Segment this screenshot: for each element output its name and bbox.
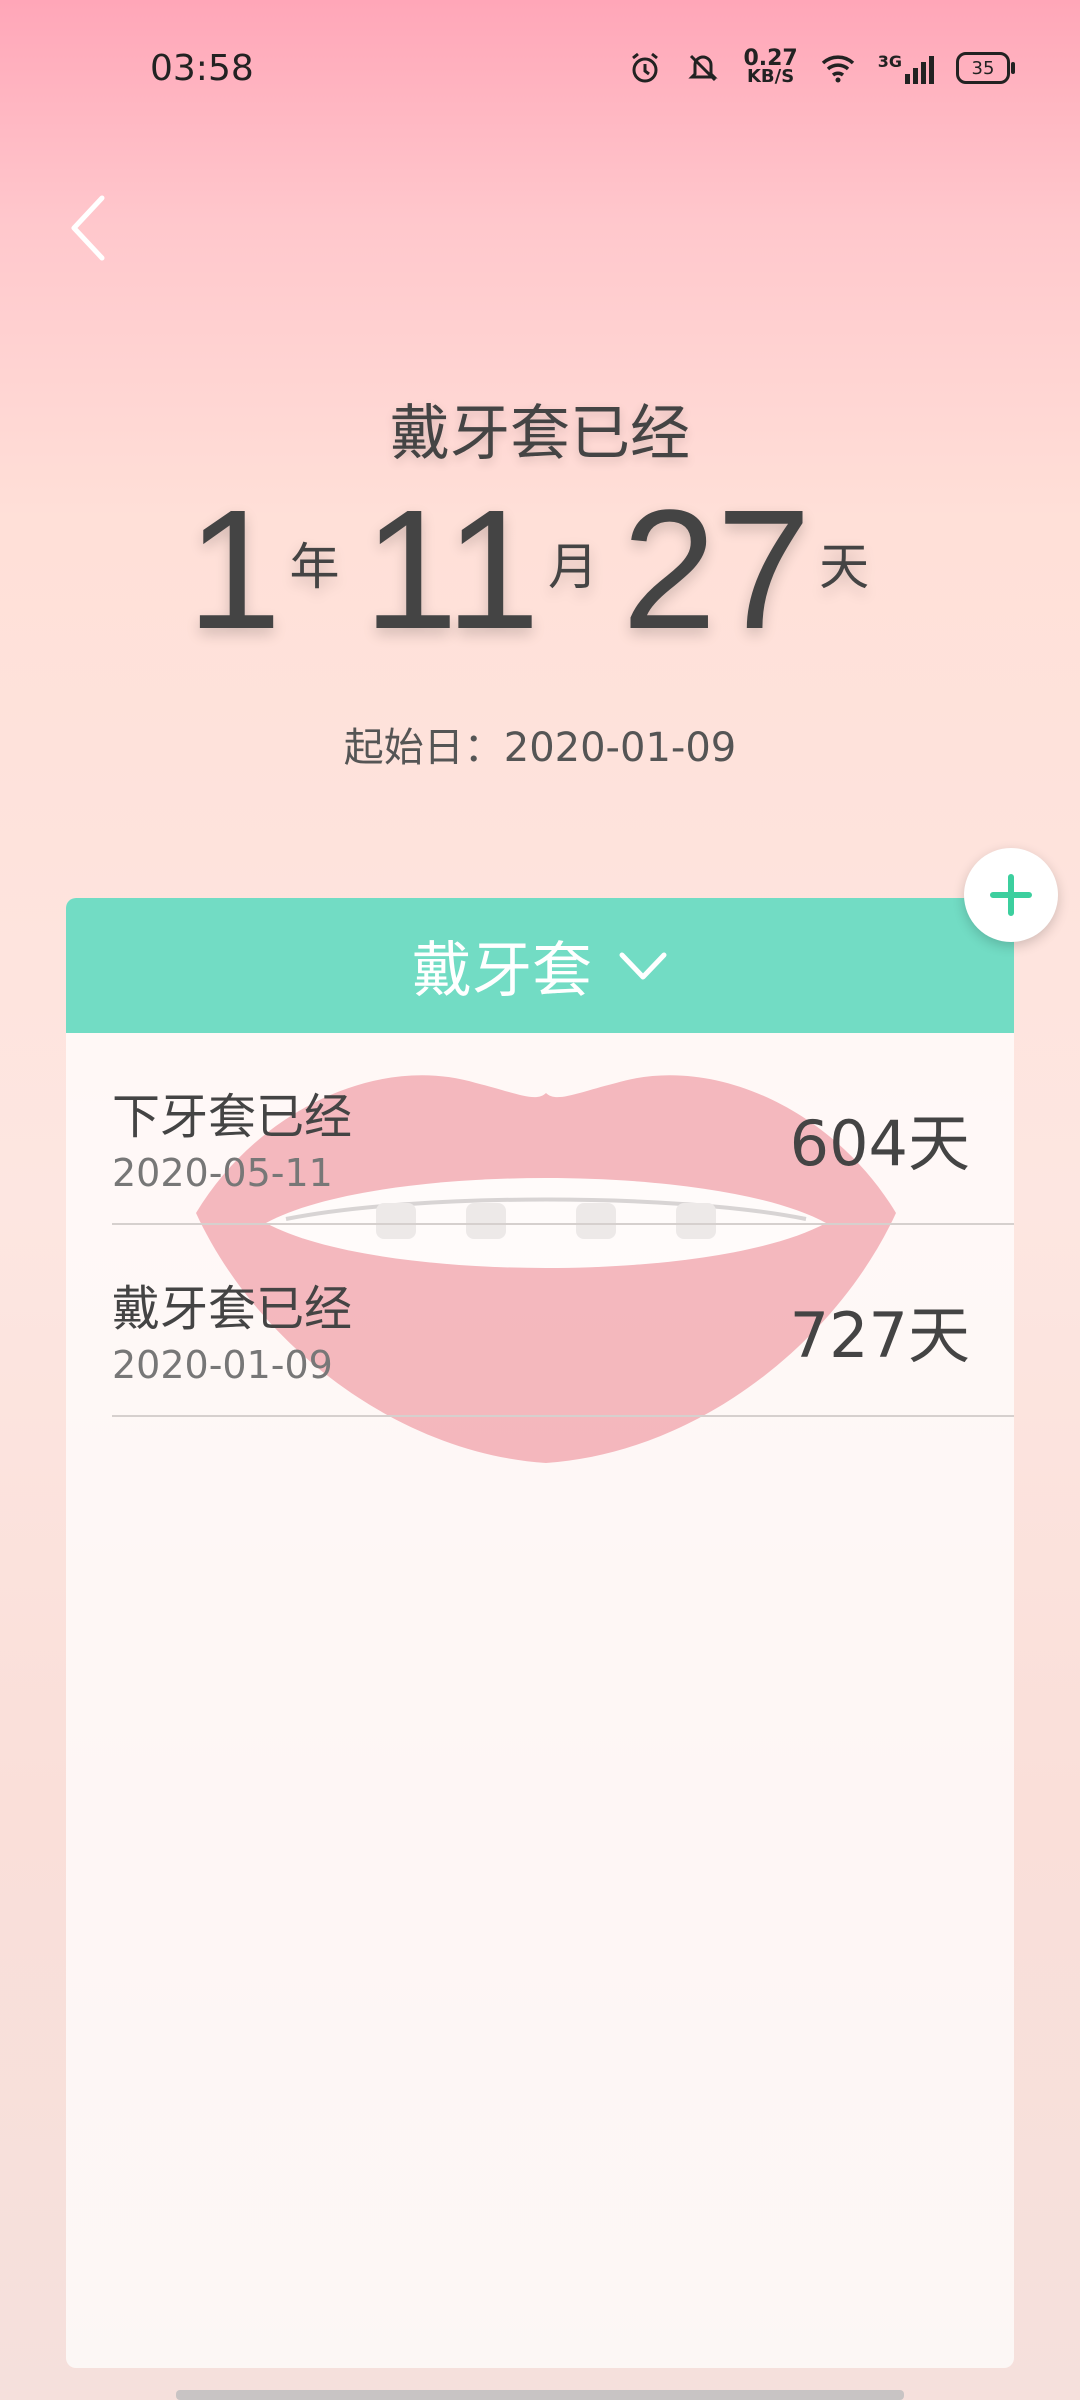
list-item[interactable]: 戴牙套已经 2020-01-09 727天 bbox=[112, 1225, 1014, 1417]
years-value: 1 bbox=[186, 475, 282, 665]
item-date: 2020-05-11 bbox=[112, 1151, 333, 1195]
item-date: 2020-01-09 bbox=[112, 1343, 333, 1387]
battery-level: 35 bbox=[971, 57, 995, 79]
plus-icon bbox=[990, 874, 1032, 916]
months-value: 11 bbox=[363, 475, 540, 665]
item-days: 727天 bbox=[789, 1299, 970, 1372]
back-button[interactable] bbox=[62, 188, 122, 268]
signal-icon: 3G bbox=[878, 52, 934, 84]
list-item[interactable]: 下牙套已经 2020-05-11 604天 bbox=[112, 1033, 1014, 1225]
wifi-icon bbox=[821, 55, 854, 83]
back-icon bbox=[71, 195, 105, 261]
mute-icon bbox=[688, 54, 719, 82]
status-icons: 0.27 KB/S 3G 35 bbox=[627, 48, 1015, 87]
page-title: 戴牙套已经 bbox=[390, 399, 690, 469]
gesture-bar[interactable] bbox=[176, 2390, 904, 2400]
months-unit: 月 bbox=[547, 538, 598, 596]
status-time: 03:58 bbox=[150, 48, 254, 89]
add-button[interactable] bbox=[964, 848, 1058, 942]
signal-label: 3G bbox=[877, 52, 902, 71]
net-speed-unit: KB/S bbox=[746, 66, 795, 87]
item-label: 戴牙套已经 bbox=[112, 1281, 353, 1337]
duration-counter: 1 年 11 月 27 天 bbox=[0, 485, 1080, 655]
item-days: 604天 bbox=[789, 1107, 970, 1180]
days-unit: 天 bbox=[819, 538, 870, 596]
chevron-down-icon bbox=[619, 952, 667, 979]
battery-icon: 35 bbox=[956, 52, 1015, 84]
alarm-icon bbox=[632, 52, 659, 83]
days-value: 27 bbox=[621, 475, 812, 665]
item-label: 下牙套已经 bbox=[112, 1089, 353, 1145]
years-unit: 年 bbox=[289, 538, 340, 596]
status-bar: 03:58 0.27 KB/S 3G 35 bbox=[0, 0, 1080, 140]
net-speed: 0.27 KB/S bbox=[743, 48, 797, 87]
events-card: 戴牙套 下牙套已经 2020-05-11 604天 戴牙套已经 2020-01-… bbox=[66, 898, 1014, 2368]
start-date: 起始日：2020-01-09 bbox=[343, 725, 737, 771]
